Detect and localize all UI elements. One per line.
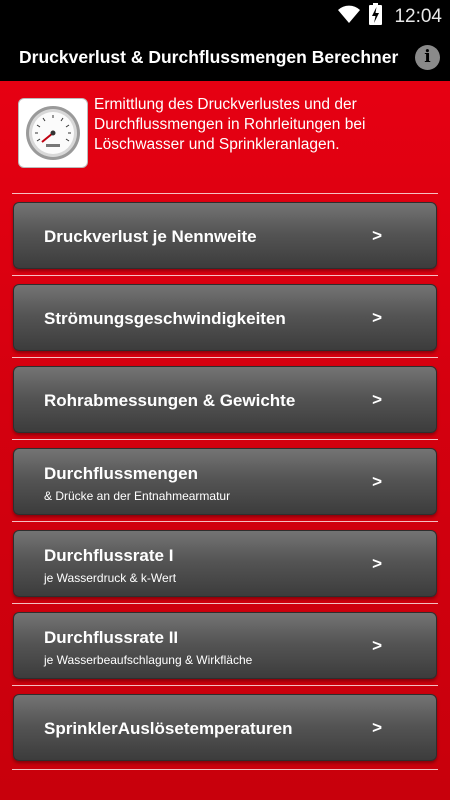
menu-button-sublabel: & Drücke an der Entnahmearmatur [44,489,231,503]
menu-button-label: SprinklerAuslösetemperaturen [44,719,293,738]
menu-button-label: Rohrabmessungen & Gewichte [44,391,296,410]
main-content: Ermittlung des Druckverlustes und der Du… [0,81,450,800]
menu-button-label: Strömungsgeschwindigkeiten [44,309,286,328]
intro-header: Ermittlung des Druckverlustes und der Du… [0,81,450,193]
chevron-right-icon: > [372,471,382,491]
divider [12,603,438,604]
info-button[interactable]: i [415,45,440,70]
chevron-right-icon: > [372,389,382,409]
divider [12,685,438,686]
chevron-right-icon: > [372,635,382,655]
divider [12,769,438,770]
menu-button-label: Durchflussrate I [44,546,174,565]
status-icons: 12:04 [337,0,442,33]
divider [12,193,438,194]
menu-button-sprinkler-temperaturen[interactable]: SprinklerAuslösetemperaturen > [13,694,437,761]
intro-description: Ermittlung des Druckverlustes und der Du… [94,96,366,153]
divider [12,439,438,440]
menu-button-durchflussmengen[interactable]: Durchflussmengen & Drücke an der Entnahm… [13,448,437,515]
status-time: 12:04 [394,5,442,27]
divider [12,275,438,276]
status-bar: 12:04 [0,0,450,33]
menu-button-rohrabmessungen[interactable]: Rohrabmessungen & Gewichte > [13,366,437,433]
menu-button-label: Durchflussmengen [44,464,198,483]
chevron-right-icon: > [372,553,382,573]
menu-button-label: Druckverlust je Nennweite [44,227,257,246]
menu-button-label: Durchflussrate II [44,628,179,647]
wifi-icon [337,4,361,29]
menu-button-sublabel: je Wasserdruck & k-Wert [44,571,177,585]
divider [12,521,438,522]
menu-button-durchflussrate-1[interactable]: Durchflussrate I je Wasserdruck & k-Wert… [13,530,437,597]
battery-charging-icon [369,3,383,30]
chevron-right-icon: > [372,225,382,245]
menu-button-stroemung[interactable]: Strömungsgeschwindigkeiten > [13,284,437,351]
menu-button-druckverlust[interactable]: Druckverlust je Nennweite > [13,202,437,269]
action-bar: Druckverlust & Durchflussmengen Berechne… [0,33,450,81]
menu-button-sublabel: je Wasserbeaufschlagung & Wirkfläche [44,653,253,667]
menu-button-durchflussrate-2[interactable]: Durchflussrate II je Wasserbeaufschlagun… [13,612,437,679]
chevron-right-icon: > [372,717,382,737]
app-title: Druckverlust & Durchflussmengen Berechne… [19,47,399,67]
chevron-right-icon: > [372,307,382,327]
pressure-gauge-icon [18,98,88,168]
divider [12,357,438,358]
